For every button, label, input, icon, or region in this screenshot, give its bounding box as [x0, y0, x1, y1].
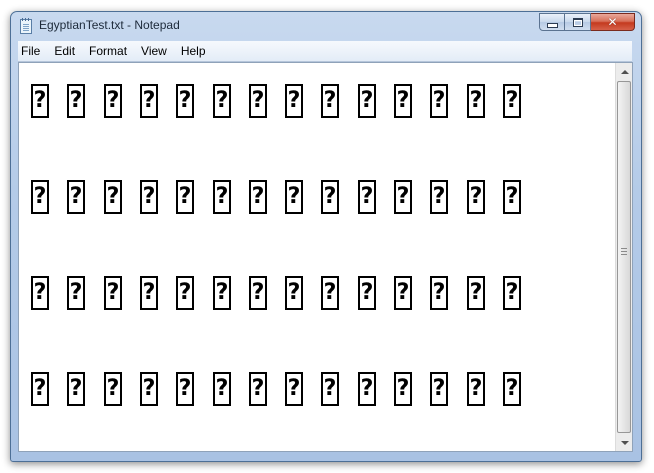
missing-glyph-box: ? [358, 84, 376, 118]
window-controls: ✕ [539, 13, 635, 31]
missing-glyph-box: ? [140, 276, 158, 310]
missing-glyph-box: ? [213, 372, 231, 406]
text-area[interactable]: ????????????????????????????????????????… [19, 63, 615, 451]
missing-glyph-box: ? [213, 84, 231, 118]
scroll-up-button[interactable] [616, 63, 633, 80]
missing-glyph-box: ? [31, 276, 49, 310]
missing-glyph-box: ? [321, 372, 339, 406]
maximize-button[interactable] [565, 13, 591, 31]
missing-glyph-box: ? [285, 84, 303, 118]
missing-glyph-box: ? [249, 276, 267, 310]
missing-glyph-box: ? [394, 180, 412, 214]
title-bar[interactable]: EgyptianTest.txt - Notepad ✕ [11, 12, 641, 39]
missing-glyph-box: ? [104, 84, 122, 118]
missing-glyph-box: ? [358, 180, 376, 214]
missing-glyph-box: ? [213, 180, 231, 214]
window-title: EgyptianTest.txt - Notepad [39, 18, 180, 32]
missing-glyph-box: ? [67, 84, 85, 118]
missing-glyph-box: ? [176, 84, 194, 118]
missing-glyph-box: ? [104, 276, 122, 310]
minimize-button[interactable] [539, 13, 565, 31]
vertical-scrollbar[interactable] [615, 63, 632, 451]
missing-glyph-box: ? [321, 276, 339, 310]
missing-glyph-box: ? [176, 276, 194, 310]
menu-format[interactable]: Format [82, 41, 134, 61]
notepad-window: EgyptianTest.txt - Notepad ✕ File Edit F… [10, 11, 642, 462]
missing-glyph-box: ? [467, 276, 485, 310]
missing-glyph-box: ? [104, 180, 122, 214]
menu-bar: File Edit Format View Help [18, 41, 632, 62]
missing-glyph-box: ? [358, 372, 376, 406]
missing-glyph-box: ? [213, 276, 231, 310]
missing-glyph-box: ? [503, 84, 521, 118]
missing-glyph-box: ? [394, 276, 412, 310]
missing-glyph-box: ? [467, 180, 485, 214]
missing-glyph-box: ? [140, 180, 158, 214]
missing-glyph-box: ? [67, 180, 85, 214]
missing-glyph-box: ? [503, 372, 521, 406]
scroll-down-button[interactable] [616, 434, 633, 451]
missing-glyph-box: ? [503, 276, 521, 310]
missing-glyph-box: ? [140, 84, 158, 118]
missing-glyph-box: ? [503, 180, 521, 214]
missing-glyph-box: ? [394, 84, 412, 118]
missing-glyph-box: ? [321, 180, 339, 214]
missing-glyph-box: ? [285, 372, 303, 406]
missing-glyph-box: ? [31, 84, 49, 118]
missing-glyph-box: ? [249, 84, 267, 118]
missing-glyph-box: ? [358, 276, 376, 310]
missing-glyph-box: ? [321, 84, 339, 118]
missing-glyph-box: ? [430, 180, 448, 214]
close-button[interactable]: ✕ [591, 13, 635, 31]
minimize-icon [546, 22, 558, 28]
missing-glyph-box: ? [467, 84, 485, 118]
editor: ????????????????????????????????????????… [18, 62, 633, 452]
menu-edit[interactable]: Edit [47, 41, 82, 61]
missing-glyph-box: ? [430, 372, 448, 406]
scroll-up-arrow-icon [620, 69, 629, 74]
missing-glyph-box: ? [31, 180, 49, 214]
missing-glyph-box: ? [176, 372, 194, 406]
missing-glyph-box: ? [249, 180, 267, 214]
missing-glyph-box: ? [176, 180, 194, 214]
menu-file[interactable]: File [18, 41, 47, 61]
missing-glyph-box: ? [67, 372, 85, 406]
scroll-thumb[interactable] [617, 81, 631, 433]
missing-glyph-box: ? [285, 276, 303, 310]
missing-glyph-box: ? [249, 372, 267, 406]
missing-glyph-box: ? [140, 372, 158, 406]
missing-glyph-box: ? [430, 84, 448, 118]
notepad-icon[interactable] [20, 18, 32, 34]
scroll-grip-icon [621, 248, 627, 255]
missing-glyph-box: ? [67, 276, 85, 310]
maximize-icon [572, 17, 583, 27]
missing-glyph-box: ? [467, 372, 485, 406]
close-icon: ✕ [607, 15, 618, 29]
missing-glyph-box: ? [285, 180, 303, 214]
scroll-down-arrow-icon [620, 440, 629, 445]
missing-glyph-box: ? [430, 276, 448, 310]
missing-glyph-box: ? [104, 372, 122, 406]
menu-view[interactable]: View [134, 41, 174, 61]
missing-glyph-box: ? [394, 372, 412, 406]
missing-glyph-box: ? [31, 372, 49, 406]
menu-help[interactable]: Help [174, 41, 213, 61]
